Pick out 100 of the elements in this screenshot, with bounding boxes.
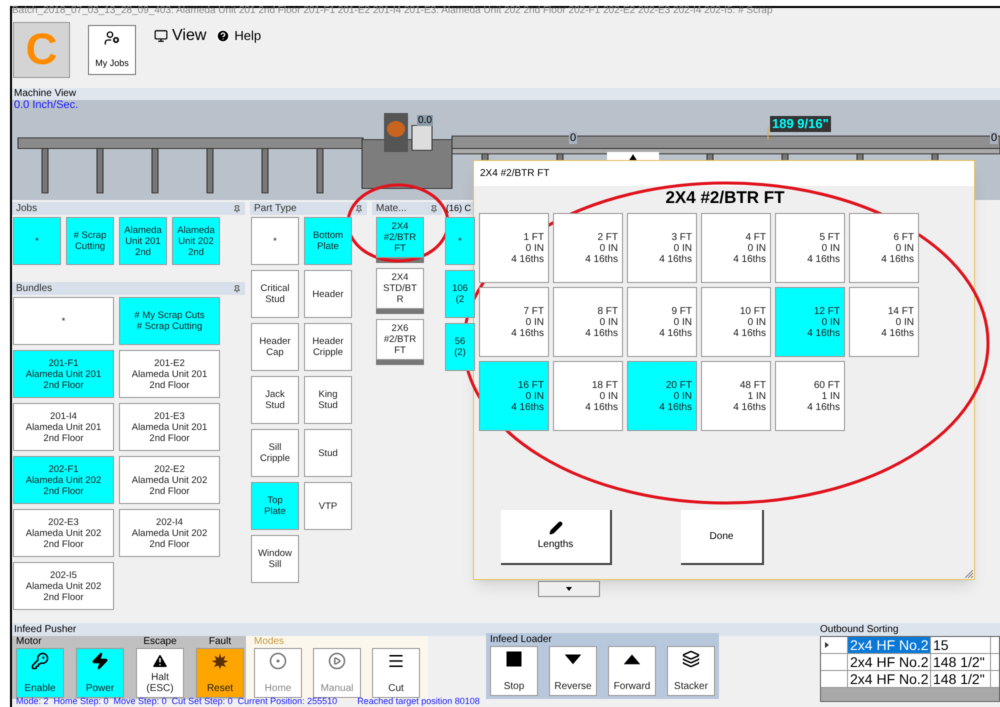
position-marker: 0 (990, 132, 998, 144)
stack-icon (682, 650, 700, 668)
position-marker: 0 (569, 132, 578, 144)
filter-tile[interactable]: * (13, 217, 61, 265)
filter-tile[interactable]: 202-E2 Alameda Unit 202 2nd Floor (119, 456, 220, 504)
filter-tile[interactable]: King Stud (304, 376, 352, 424)
filter-tile[interactable]: Alameda Unit 201 2nd (119, 217, 167, 265)
length-tile[interactable]: 10 FT 0 IN 4 16ths (701, 287, 771, 357)
app-logo: C (13, 22, 70, 78)
my-jobs-button[interactable]: My Jobs (88, 25, 136, 75)
length-tile[interactable]: 60 FT 1 IN 4 16ths (775, 361, 845, 431)
length-tile[interactable]: 1 FT 0 IN 4 16ths (479, 213, 549, 283)
stop-icon (505, 650, 523, 668)
control-button[interactable]: Stacker (667, 646, 715, 696)
panel-title: Jobs (16, 204, 38, 214)
filter-tile[interactable]: Jack Stud (251, 376, 299, 424)
dialog-heading: 2X4 #2/BTR FT (664, 187, 786, 209)
panel-title: Bundles (16, 284, 52, 294)
dialog-button[interactable]: Lengths (501, 510, 612, 565)
person-icon (104, 30, 120, 46)
length-tile[interactable]: 16 FT 0 IN 4 16ths (479, 361, 549, 431)
control-button[interactable]: Stop (490, 646, 538, 696)
filter-tile[interactable]: Header Cap (251, 323, 299, 371)
filter-tile[interactable]: 106 (2 (445, 270, 475, 318)
filter-tile[interactable]: 201-I4 Alameda Unit 201 2nd Floor (13, 403, 114, 451)
filter-tile[interactable]: 201-E3 Alameda Unit 201 2nd Floor (119, 403, 220, 451)
length-tile[interactable]: 2 FT 0 IN 4 16ths (553, 213, 623, 283)
filter-tile[interactable]: 201-F1 Alameda Unit 201 2nd Floor (13, 350, 114, 398)
filter-tile[interactable]: * (445, 217, 475, 265)
material-bar (376, 360, 424, 365)
length-tile[interactable]: 7 FT 0 IN 4 16ths (479, 287, 549, 357)
filter-tile[interactable]: 2X4 STD/BT R (376, 268, 424, 309)
menu-button[interactable]: View (154, 24, 206, 48)
length-reading: 189 9/16" (770, 116, 831, 132)
lightning-icon (91, 652, 109, 670)
filter-tile[interactable]: 2X4 #2/BTR FT (376, 217, 424, 258)
filter-tile[interactable]: Critical Stud (251, 270, 299, 318)
saw-reading: 0.0 (417, 115, 433, 126)
monitor-icon (154, 29, 168, 43)
filter-tile[interactable]: Bottom Plate (304, 217, 352, 265)
speed-reading: 0.0 Inch/Sec. (13, 100, 80, 111)
table-cell: 15 (931, 637, 991, 653)
dialog-title: 2X4 #2/BTR FT (480, 167, 550, 181)
resize-grip-icon (965, 570, 973, 578)
control-button[interactable]: Power (76, 648, 124, 698)
table-cell: 2x4 HF No.2 (848, 654, 931, 670)
control-button[interactable]: Cut (372, 648, 420, 698)
filter-tile[interactable]: VTP (304, 482, 352, 530)
length-tile[interactable]: 18 FT 0 IN 4 16ths (553, 361, 623, 431)
filter-tile[interactable]: 202-I5 Alameda Unit 202 2nd Floor (13, 562, 114, 610)
pin-icon[interactable] (233, 204, 241, 212)
pin-icon[interactable] (233, 284, 241, 292)
filter-tile[interactable]: 202-E3 Alameda Unit 202 2nd Floor (13, 509, 114, 557)
length-tile[interactable]: 5 FT 0 IN 4 16ths (775, 213, 845, 283)
control-button[interactable]: Reset (196, 648, 244, 698)
control-button[interactable]: Reverse (549, 646, 597, 696)
filter-tile[interactable]: Stud (304, 429, 352, 477)
length-tile[interactable]: 9 FT 0 IN 4 16ths (627, 287, 697, 357)
play-icon (328, 652, 346, 670)
pin-icon[interactable] (430, 204, 438, 212)
filter-tile[interactable]: 56 (2) (445, 323, 475, 371)
length-tile[interactable]: 48 FT 1 IN 4 16ths (701, 361, 771, 431)
control-button[interactable]: Halt (ESC) (136, 648, 184, 698)
control-button[interactable]: Forward (608, 646, 656, 696)
lines-icon (387, 652, 405, 670)
length-tile[interactable]: 14 FT 0 IN 4 16ths (849, 287, 919, 357)
filter-tile[interactable]: 201-E2 Alameda Unit 201 2nd Floor (119, 350, 220, 398)
length-tile[interactable]: 8 FT 0 IN 4 16ths (553, 287, 623, 357)
warning-icon (151, 652, 169, 670)
filter-tile[interactable]: 202-I4 Alameda Unit 202 2nd Floor (119, 509, 220, 557)
length-tile[interactable]: 4 FT 0 IN 4 16ths (701, 213, 771, 283)
pin-icon[interactable] (355, 204, 363, 212)
filter-tile[interactable]: # Scrap Cutting (66, 217, 114, 265)
help-icon (216, 29, 230, 43)
filter-tile[interactable]: # My Scrap Cuts # Scrap Cutting (119, 297, 220, 345)
control-button[interactable]: Enable (16, 648, 64, 698)
filter-tile[interactable]: Header Cripple (304, 323, 352, 371)
group-label: Modes (254, 636, 286, 648)
filter-tile[interactable]: * (251, 217, 299, 265)
filter-tile[interactable]: Alameda Unit 202 2nd (172, 217, 220, 265)
filter-tile[interactable]: 2X6 #2/BTR FT (376, 319, 424, 360)
length-tile[interactable]: 3 FT 0 IN 4 16ths (627, 213, 697, 283)
pencil-icon (548, 521, 562, 535)
length-tile[interactable]: 12 FT 0 IN 4 16ths (775, 287, 845, 357)
panel-title: (16) C (446, 202, 472, 215)
dropdown-field[interactable] (538, 581, 600, 597)
filter-tile[interactable]: Window Sill (251, 535, 299, 583)
menu-button[interactable]: Help (216, 26, 262, 46)
filter-tile[interactable]: * (13, 297, 114, 345)
filter-tile[interactable]: Header (304, 270, 352, 318)
filter-tile[interactable]: Sill Cripple (251, 429, 299, 477)
key-icon (31, 652, 49, 670)
group-label: Escape (142, 636, 178, 648)
length-tile[interactable]: 20 FT 0 IN 4 16ths (627, 361, 697, 431)
group-label: Fault (208, 636, 232, 648)
material-bar (376, 309, 424, 314)
length-tile[interactable]: 6 FT 0 IN 4 16ths (849, 213, 919, 283)
filter-tile[interactable]: 202-F1 Alameda Unit 202 2nd Floor (13, 456, 114, 504)
dialog-button[interactable]: Done (681, 510, 764, 565)
filter-tile[interactable]: Top Plate (251, 482, 299, 530)
